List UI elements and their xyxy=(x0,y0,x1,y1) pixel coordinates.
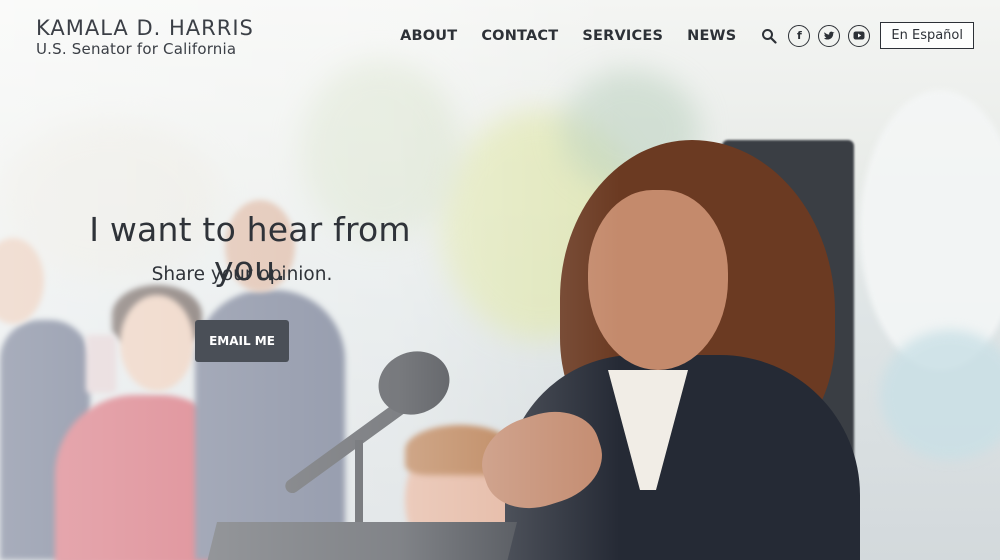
site-logo[interactable]: KAMALA D. HARRIS U.S. Senator for Califo… xyxy=(36,16,254,58)
email-me-button[interactable]: EMAIL ME xyxy=(195,320,289,362)
hero-subtitle: Share your opinion. xyxy=(151,264,333,285)
search-icon[interactable] xyxy=(760,27,778,45)
site-title: KAMALA D. HARRIS xyxy=(36,16,254,40)
facebook-icon[interactable]: f xyxy=(788,24,811,47)
main-nav: ABOUT CONTACT SERVICES NEWS f En Español xyxy=(400,22,974,49)
twitter-icon[interactable] xyxy=(818,24,841,47)
youtube-icon[interactable] xyxy=(848,24,871,47)
nav-item-news[interactable]: NEWS xyxy=(687,28,736,44)
site-subtitle: U.S. Senator for California xyxy=(36,40,237,58)
language-toggle-button[interactable]: En Español xyxy=(880,22,974,49)
nav-item-about[interactable]: ABOUT xyxy=(400,28,457,44)
nav-item-services[interactable]: SERVICES xyxy=(582,28,663,44)
nav-item-contact[interactable]: CONTACT xyxy=(481,28,558,44)
